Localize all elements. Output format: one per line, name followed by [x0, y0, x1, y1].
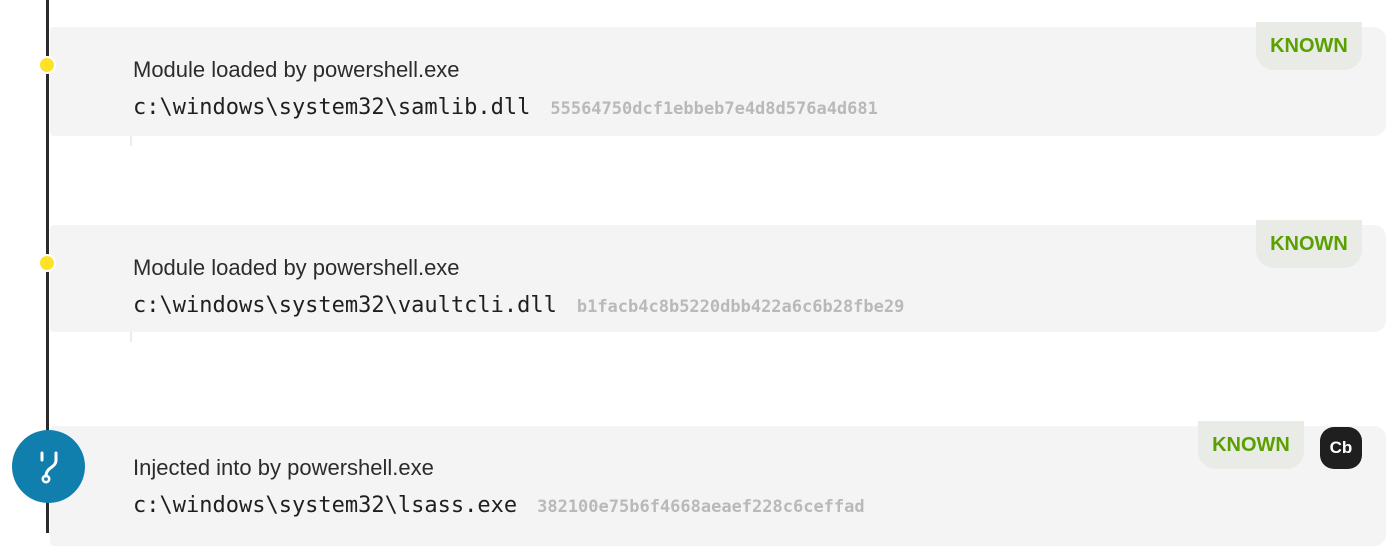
card-connector: [130, 136, 132, 146]
reputation-badge: KNOWN: [1198, 421, 1304, 469]
event-card[interactable]: [50, 426, 1386, 546]
branch-injection-icon[interactable]: [12, 430, 85, 503]
file-hash[interactable]: 382100e75b6f4668aeaef228c6ceffad: [537, 497, 865, 517]
file-hash[interactable]: b1facb4c8b5220dbb422a6c6b28fbe29: [577, 297, 905, 317]
module-node-icon: [38, 56, 56, 74]
reputation-badge: KNOWN: [1256, 22, 1362, 70]
event-description: Module loaded by powershell.exe: [133, 255, 460, 280]
event-path-row: c:\windows\system32\lsass.exe 382100e75b…: [133, 493, 865, 518]
event-path-row: c:\windows\system32\samlib.dll 55564750d…: [133, 95, 878, 120]
card-connector: [130, 332, 132, 342]
file-hash[interactable]: 55564750dcf1ebbeb7e4d8d576a4d681: [550, 99, 878, 119]
file-path[interactable]: c:\windows\system32\lsass.exe: [133, 493, 517, 518]
file-path[interactable]: c:\windows\system32\vaultcli.dll: [133, 293, 557, 318]
module-node-icon: [38, 254, 56, 272]
event-description: Module loaded by powershell.exe: [133, 57, 460, 82]
file-path[interactable]: c:\windows\system32\samlib.dll: [133, 95, 530, 120]
branch-injection-icon-glyph: [40, 451, 57, 483]
event-description: Injected into by powershell.exe: [133, 455, 434, 480]
event-path-row: c:\windows\system32\vaultcli.dll b1facb4…: [133, 293, 904, 318]
cb-source-badge: Cb: [1320, 427, 1362, 469]
reputation-badge: KNOWN: [1256, 220, 1362, 268]
